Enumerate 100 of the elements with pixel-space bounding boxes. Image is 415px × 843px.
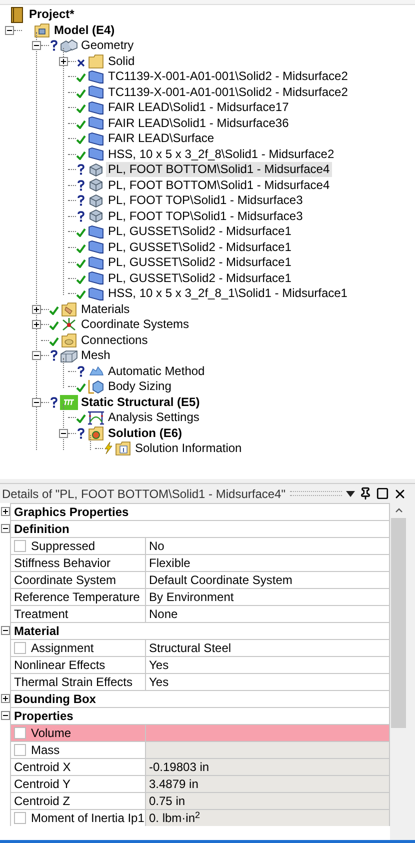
tree-item[interactable]: HSS, 10 x 5 x 3_2f_8\Solid1 - Midsurface2: [106, 146, 336, 162]
property-name: Stiffness Behavior: [14, 555, 110, 572]
minus-icon: [61, 430, 66, 436]
details-title: Details of "PL, FOOT BOTTOM\Solid1 - Midsurface4": [2, 486, 286, 502]
expand-toggle[interactable]: [0, 507, 10, 516]
bridge-icon: [87, 410, 105, 426]
tree-item[interactable]: Materials: [79, 302, 132, 317]
tree-item[interactable]: PL, FOOT TOP\Solid1 - Midsurface3: [106, 208, 305, 224]
solid-body-icon: [89, 162, 103, 177]
surface-body-icon: [88, 271, 104, 286]
tree-item[interactable]: Mesh: [79, 348, 112, 364]
question-icon: [77, 366, 85, 377]
collapse-toggle[interactable]: [59, 428, 68, 438]
tree-item[interactable]: PL, GUSSET\Solid2 - Midsurface1: [106, 224, 294, 240]
tree-item[interactable]: Body Sizing: [106, 379, 174, 394]
tree-item[interactable]: HSS, 10 x 5 x 3_2f_8_1\Solid1 - Midsurface1: [106, 286, 350, 302]
tree-item[interactable]: Solution Information: [133, 441, 244, 456]
property-value-cell[interactable]: 0. lbm·in$^{2}$: [146, 809, 390, 826]
minus-icon: [34, 353, 39, 358]
property-value-cell[interactable]: Yes: [146, 673, 390, 690]
expand-toggle[interactable]: [32, 304, 41, 314]
collapse-toggle[interactable]: [0, 711, 10, 720]
maximize-icon[interactable]: [376, 487, 389, 500]
collapse-toggle[interactable]: [0, 626, 10, 635]
caret-up-icon[interactable]: [394, 508, 402, 513]
tree-item[interactable]: TC1139-X-001-A01-001\Solid2 - Midsurface2: [106, 69, 350, 84]
pin-icon[interactable]: [359, 487, 372, 500]
property-value: Structural Steel: [149, 641, 232, 655]
property-name: Nonlinear Effects: [14, 657, 106, 674]
property-value: Yes: [149, 675, 169, 689]
question-icon: [77, 164, 85, 176]
property-value-cell[interactable]: -0.19803 in: [146, 758, 390, 775]
property-value-cell[interactable]: Flexible: [146, 554, 390, 571]
question-icon: [77, 428, 85, 439]
checkbox[interactable]: [14, 642, 26, 654]
surface-body-icon: [88, 70, 104, 84]
property-value-cell[interactable]: 3.4879 in: [146, 775, 390, 792]
tree-item[interactable]: FAIR LEAD\Solid1 - Midsurface17: [106, 100, 291, 116]
property-value: Default Coordinate System: [149, 573, 292, 587]
property-value: 3.4879 in: [149, 777, 198, 791]
checkbox[interactable]: [14, 727, 26, 739]
collapse-toggle[interactable]: [32, 41, 41, 50]
property-value: Flexible: [149, 556, 190, 570]
tree-item[interactable]: Static Structural (E5): [79, 394, 202, 410]
collapse-toggle[interactable]: [32, 398, 41, 407]
tree-item[interactable]: Analysis Settings: [106, 410, 202, 426]
connections-folder-icon: [61, 332, 77, 348]
property-value: Yes: [149, 658, 169, 672]
project-title[interactable]: Project*: [29, 7, 74, 22]
lightning-icon: [104, 442, 112, 454]
tree-item[interactable]: Solid: [106, 54, 137, 69]
tree-item[interactable]: Automatic Method: [106, 364, 207, 379]
tree-item[interactable]: Solution (E6): [106, 426, 184, 441]
tree-item[interactable]: PL, GUSSET\Solid2 - Midsurface1: [106, 270, 294, 286]
property-value-cell[interactable]: Default Coordinate System: [146, 571, 390, 588]
tree-item[interactable]: PL, FOOT BOTTOM\Solid1 - Midsurface4: [106, 178, 332, 193]
surface-body-icon: [88, 224, 104, 239]
grip-handle[interactable]: [290, 491, 342, 496]
tree-item[interactable]: Model (E4): [52, 22, 117, 38]
property-value-cell[interactable]: By Environment: [146, 588, 390, 605]
dropdown-icon[interactable]: [346, 490, 355, 496]
tree-item[interactable]: PL, FOOT BOTTOM\Solid1 - Midsurface4: [106, 162, 332, 178]
expand-toggle[interactable]: [0, 694, 10, 703]
property-value-cell[interactable]: Structural Steel: [146, 639, 390, 656]
expand-toggle[interactable]: [59, 56, 68, 66]
property-value-cell[interactable]: None: [146, 605, 390, 622]
property-value-cell[interactable]: Yes: [146, 656, 390, 673]
property-value-cell[interactable]: [146, 724, 390, 741]
info-folder-icon: [115, 441, 131, 456]
property-value-cell[interactable]: [146, 741, 390, 758]
materials-folder-icon: [61, 302, 77, 317]
question-icon: [50, 350, 58, 362]
surface-body-icon: [88, 116, 104, 130]
property-value-cell[interactable]: No: [146, 537, 390, 554]
collapse-toggle[interactable]: [5, 26, 14, 35]
tree-item[interactable]: FAIR LEAD\Surface: [106, 131, 216, 146]
tree-item[interactable]: PL, GUSSET\Solid2 - Midsurface1: [106, 240, 294, 255]
question-icon: [77, 180, 85, 191]
expand-toggle[interactable]: [32, 320, 41, 330]
collapse-toggle[interactable]: [32, 351, 41, 360]
property-value-cell[interactable]: 0.75 in: [146, 792, 390, 809]
tree-item[interactable]: Coordinate Systems: [79, 317, 192, 332]
solution-folder-icon: [88, 426, 104, 441]
minus-icon: [2, 713, 8, 718]
tree-item[interactable]: PL, GUSSET\Solid2 - Midsurface1: [106, 255, 294, 270]
property-value: By Environment: [149, 590, 234, 604]
checkbox[interactable]: [14, 540, 26, 552]
plus-icon: [34, 322, 39, 328]
checkbox[interactable]: [14, 744, 26, 756]
collapse-toggle[interactable]: [0, 524, 10, 533]
tree-item[interactable]: PL, FOOT TOP\Solid1 - Midsurface3: [106, 193, 305, 208]
tree-item[interactable]: Geometry: [79, 38, 136, 54]
checkbox[interactable]: [14, 812, 26, 824]
tree-item[interactable]: Connections: [79, 332, 150, 348]
tree-item[interactable]: FAIR LEAD\Solid1 - Midsurface36: [106, 116, 291, 131]
property-name: Moment of Inertia Ip1: [31, 810, 144, 827]
cloud-icon: [88, 365, 104, 378]
surface-body-icon: [88, 286, 104, 301]
property-name: Centroid X: [14, 759, 71, 776]
tree-item[interactable]: TC1139-X-001-A01-001\Solid2 - Midsurface2: [106, 84, 350, 100]
